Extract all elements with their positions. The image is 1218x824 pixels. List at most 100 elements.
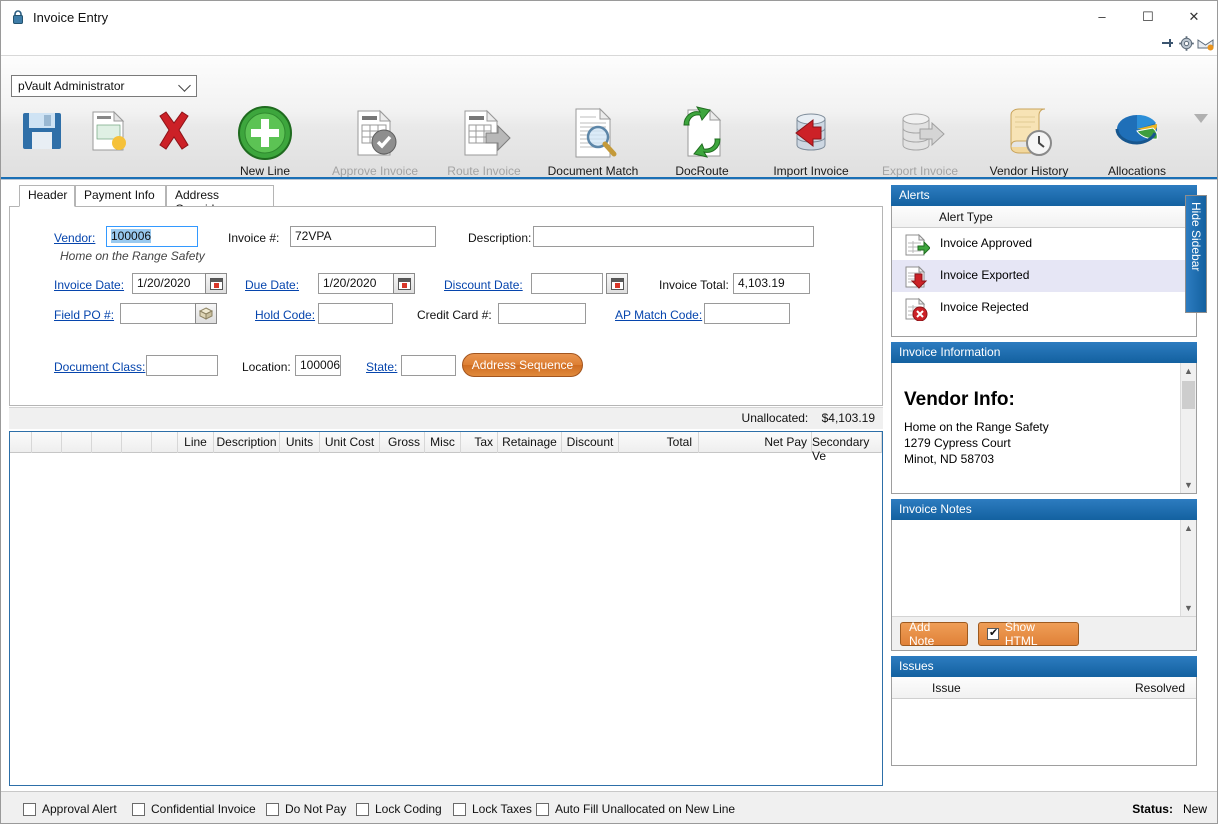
left-pane: Header Payment Info Address Override Ven… — [9, 185, 883, 786]
toolbar-button-new-line[interactable]: New Line ▼ — [217, 104, 313, 192]
pin-icon[interactable] — [1159, 35, 1176, 52]
document-class-label[interactable]: Document Class: — [54, 360, 145, 374]
description-input[interactable] — [533, 226, 814, 247]
invoice-info-scrollbar[interactable]: ▲ ▼ — [1180, 363, 1196, 493]
new-invoice-button[interactable] — [77, 106, 137, 154]
line-items-grid[interactable]: Line Description Units Unit Cost Gross M… — [9, 431, 883, 786]
invoice-notes-content[interactable] — [892, 520, 1180, 616]
grid-col-total[interactable]: Total — [619, 432, 699, 453]
checkbox-lock-coding[interactable]: Lock Coding — [356, 802, 442, 816]
unallocated-text: Unallocated: $4,103.19 — [742, 411, 875, 425]
maximize-button[interactable]: ☐ — [1125, 1, 1171, 32]
due-date-calendar-icon[interactable] — [393, 273, 415, 294]
grid-col-retainage[interactable]: Retainage — [498, 432, 562, 453]
toolbar-button-allocations[interactable]: Allocations ▼ — [1089, 104, 1185, 192]
toolbar-label: Approve Invoice — [331, 164, 419, 178]
checkbox-do-not-pay[interactable]: Do Not Pay — [266, 802, 346, 816]
due-date-label[interactable]: Due Date: — [245, 278, 299, 292]
alerts-panel-title: Alerts — [891, 185, 1197, 206]
checkbox-confidential-invoice[interactable]: Confidential Invoice — [132, 802, 256, 816]
close-button[interactable]: ✕ — [1171, 1, 1217, 32]
alerts-col-alert-type[interactable]: Alert Type — [939, 210, 993, 224]
checkbox-icon — [453, 802, 466, 816]
checkbox-auto-fill-unallocated[interactable]: Auto Fill Unallocated on New Line — [536, 802, 735, 816]
vendor-input[interactable]: 100006 — [106, 226, 198, 247]
grid-col-secondary-vendor[interactable]: Secondary Ve — [812, 432, 882, 463]
invoice-date-input[interactable]: 1/20/2020 — [132, 273, 210, 294]
toolbar-label: New Line — [239, 164, 291, 178]
ap-match-code-label[interactable]: AP Match Code: — [615, 308, 702, 322]
due-date-input[interactable]: 1/20/2020 — [318, 273, 396, 294]
scroll-up-icon[interactable]: ▲ — [1181, 363, 1196, 379]
address-sequence-button[interactable]: Address Sequence — [462, 353, 583, 377]
window-title: Invoice Entry — [33, 9, 109, 25]
field-po-label[interactable]: Field PO #: — [54, 308, 114, 322]
vendor-label[interactable]: Vendor: — [54, 231, 95, 245]
credit-card-input[interactable] — [498, 303, 586, 324]
invoice-total-input[interactable]: 4,103.19 — [733, 273, 810, 294]
ribbon-overflow-button[interactable] — [1191, 103, 1211, 133]
invoice-date-calendar-icon[interactable] — [205, 273, 227, 294]
toolbar-ribbon: pVault Administrator New Line Approve In… — [1, 55, 1217, 197]
grid-col-description[interactable]: Description — [214, 432, 280, 453]
discount-date-label[interactable]: Discount Date: — [444, 278, 523, 292]
toolbar-label: Document Match — [547, 164, 639, 178]
alert-row[interactable]: Invoice Approved — [892, 228, 1196, 260]
scrollbar-thumb[interactable] — [1182, 381, 1195, 409]
grid-col-misc[interactable]: Misc — [425, 432, 461, 453]
tab-payment-info[interactable]: Payment Info — [75, 185, 166, 207]
alert-row[interactable]: Invoice Rejected — [892, 292, 1196, 324]
save-button[interactable] — [11, 106, 71, 154]
scroll-up-icon[interactable]: ▲ — [1181, 520, 1196, 536]
user-select[interactable]: pVault Administrator — [11, 75, 197, 97]
grid-col-gross[interactable]: Gross — [380, 432, 425, 453]
issues-col-issue[interactable]: Issue — [932, 681, 961, 695]
alert-label: Invoice Approved — [940, 236, 1033, 250]
state-input[interactable] — [401, 355, 456, 376]
hide-sidebar-button[interactable]: Hide Sidebar — [1185, 195, 1207, 313]
hold-code-label[interactable]: Hold Code: — [255, 308, 315, 322]
delete-button[interactable] — [143, 106, 203, 154]
tab-header[interactable]: Header — [19, 185, 75, 207]
location-input[interactable]: 100006 — [295, 355, 341, 376]
scroll-down-icon[interactable]: ▼ — [1181, 477, 1196, 493]
tab-address-override[interactable]: Address Override — [166, 185, 274, 216]
state-label[interactable]: State: — [366, 360, 397, 374]
alert-row[interactable]: Invoice Exported — [892, 260, 1196, 292]
invoice-notes-panel: ▲ ▼ Add Note Show HTML — [891, 520, 1197, 651]
grid-col-tax[interactable]: Tax — [461, 432, 498, 453]
hold-code-input[interactable] — [318, 303, 393, 324]
grid-col-units[interactable]: Units — [280, 432, 320, 453]
discount-date-input[interactable] — [531, 273, 603, 294]
invoice-notes-scrollbar[interactable]: ▲ ▼ — [1180, 520, 1196, 616]
minimize-button[interactable]: – — [1079, 1, 1125, 32]
invoice-number-input[interactable]: 72VPA — [290, 226, 436, 247]
grid-col-net-pay[interactable]: Net Pay — [699, 432, 812, 453]
scroll-down-icon[interactable]: ▼ — [1181, 600, 1196, 616]
add-note-button[interactable]: Add Note — [900, 620, 968, 648]
ap-match-code-input[interactable] — [704, 303, 790, 324]
gear-icon[interactable] — [1178, 35, 1195, 52]
issues-col-resolved[interactable]: Resolved — [1135, 681, 1185, 695]
field-po-lookup-icon[interactable] — [195, 303, 217, 324]
document-class-input[interactable] — [146, 355, 218, 376]
invoice-date-label[interactable]: Invoice Date: — [54, 278, 124, 292]
checkbox-lock-taxes[interactable]: Lock Taxes — [453, 802, 532, 816]
checkbox-icon — [23, 802, 36, 816]
issues-panel-title: Issues — [891, 656, 1197, 677]
checkbox-approval-alert[interactable]: Approval Alert — [23, 802, 117, 816]
chevron-down-icon — [1194, 113, 1208, 123]
grid-col-line[interactable]: Line — [178, 432, 214, 453]
vendor-info-line: 1279 Cypress Court — [904, 436, 1011, 450]
db-export-icon — [872, 104, 968, 162]
checkbox-label: Auto Fill Unallocated on New Line — [555, 802, 736, 816]
checkbox-icon — [987, 626, 999, 640]
grid-col-discount[interactable]: Discount — [562, 432, 619, 453]
mail-icon[interactable] — [1197, 35, 1214, 52]
field-po-input[interactable] — [120, 303, 196, 324]
invoice-entry-window: Invoice Entry – ☐ ✕ pVault Administrator… — [0, 0, 1218, 824]
discount-date-calendar-icon[interactable] — [606, 273, 628, 294]
status-bar: Approval Alert Confidential Invoice Do N… — [1, 791, 1217, 823]
show-html-toggle[interactable]: Show HTML — [978, 620, 1079, 648]
grid-col-unit-cost[interactable]: Unit Cost — [320, 432, 380, 453]
